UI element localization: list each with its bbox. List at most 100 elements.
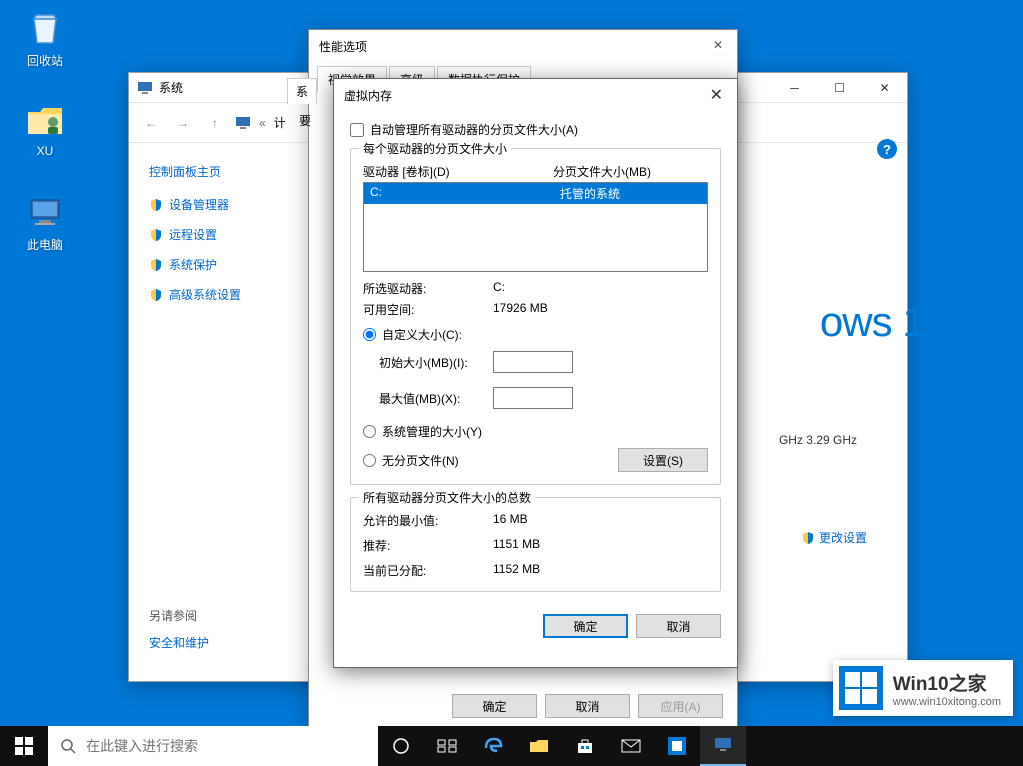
taskbar bbox=[0, 726, 1023, 766]
close-button[interactable]: ✕ bbox=[713, 38, 729, 54]
close-button[interactable]: ✕ bbox=[706, 85, 727, 105]
partial-text: 要 bbox=[299, 112, 311, 129]
windows-icon bbox=[15, 737, 33, 755]
allocated-label: 当前已分配: bbox=[363, 562, 493, 579]
available-space-label: 可用空间: bbox=[363, 301, 493, 318]
pc-icon bbox=[235, 115, 251, 131]
auto-manage-checkbox-row: 自动管理所有驱动器的分页文件大小(A) bbox=[350, 121, 721, 138]
per-drive-group: 每个驱动器的分页文件大小 驱动器 [卷标](D) 分页文件大小(MB) C: 托… bbox=[350, 148, 721, 485]
window-controls: ─ ☐ ✕ bbox=[772, 73, 907, 103]
shield-icon bbox=[801, 531, 815, 545]
recycle-bin-icon bbox=[25, 8, 65, 48]
shield-icon bbox=[149, 198, 163, 212]
recommended-label: 推荐: bbox=[363, 537, 493, 554]
custom-size-radio[interactable] bbox=[363, 328, 376, 341]
desktop-icon-xu-folder[interactable]: XU bbox=[10, 100, 80, 158]
mail-button[interactable] bbox=[608, 726, 654, 766]
cortana-icon bbox=[392, 737, 410, 755]
initial-size-label: 初始大小(MB)(I): bbox=[363, 354, 493, 371]
sidebar-header[interactable]: 控制面板主页 bbox=[149, 163, 289, 180]
max-size-input[interactable] bbox=[493, 387, 573, 409]
perf-titlebar[interactable]: 性能选项 ✕ bbox=[309, 30, 737, 62]
desktop-icon-this-pc[interactable]: 此电脑 bbox=[10, 192, 80, 253]
group-legend: 每个驱动器的分页文件大小 bbox=[359, 140, 511, 157]
sidebar-item-device-manager[interactable]: 设备管理器 bbox=[149, 196, 289, 213]
system-managed-radio[interactable] bbox=[363, 425, 376, 438]
initial-size-input[interactable] bbox=[493, 351, 573, 373]
vm-buttons: 确定 取消 bbox=[334, 614, 737, 652]
allowed-min-label: 允许的最小值: bbox=[363, 512, 493, 529]
store-icon bbox=[576, 737, 594, 755]
maximize-button[interactable]: ☐ bbox=[817, 73, 862, 103]
ok-button[interactable]: 确定 bbox=[452, 694, 537, 718]
watermark-url: www.win10xitong.com bbox=[893, 696, 1001, 708]
selected-drive-value: C: bbox=[493, 280, 505, 297]
cancel-button[interactable]: 取消 bbox=[636, 614, 721, 638]
task-view-button[interactable] bbox=[424, 726, 470, 766]
back-button[interactable]: ← bbox=[139, 111, 163, 135]
available-space-value: 17926 MB bbox=[493, 301, 548, 318]
drive-row-c[interactable]: C: 托管的系统 bbox=[364, 183, 707, 204]
search-icon bbox=[60, 738, 76, 754]
search-box[interactable] bbox=[48, 726, 378, 766]
store-button[interactable] bbox=[562, 726, 608, 766]
watermark-title: Win10之家 bbox=[893, 669, 1001, 696]
tab-system[interactable]: 系 bbox=[287, 78, 317, 104]
ok-button[interactable]: 确定 bbox=[543, 614, 628, 638]
breadcrumb[interactable]: 计 bbox=[274, 114, 286, 131]
see-also-header: 另请参阅 bbox=[149, 607, 209, 624]
folder-icon bbox=[529, 738, 549, 754]
sidebar-item-protection[interactable]: 系统保护 bbox=[149, 256, 289, 273]
shield-icon bbox=[149, 288, 163, 302]
desktop-label: 回收站 bbox=[10, 52, 80, 69]
watermark: Win10之家 www.win10xitong.com bbox=[833, 660, 1013, 716]
pc-icon bbox=[137, 80, 153, 96]
security-maintenance-link[interactable]: 安全和维护 bbox=[149, 634, 209, 651]
pc-icon bbox=[713, 736, 733, 754]
perf-buttons: 确定 取消 应用(A) bbox=[452, 694, 723, 718]
drive-list[interactable]: C: 托管的系统 bbox=[363, 182, 708, 272]
close-button[interactable]: ✕ bbox=[862, 73, 907, 103]
auto-manage-checkbox[interactable] bbox=[350, 123, 364, 137]
sidebar: 控制面板主页 设备管理器 远程设置 系统保护 高级系统设置 另请参阅 安全和维护 bbox=[129, 143, 289, 681]
allowed-min-value: 16 MB bbox=[493, 512, 528, 529]
auto-manage-label: 自动管理所有驱动器的分页文件大小(A) bbox=[370, 121, 578, 138]
selected-drive-label: 所选驱动器: bbox=[363, 280, 493, 297]
change-settings-link[interactable]: 更改设置 bbox=[801, 529, 867, 546]
search-input[interactable] bbox=[86, 738, 366, 754]
apply-button[interactable]: 应用(A) bbox=[638, 694, 723, 718]
edge-icon bbox=[483, 736, 503, 756]
desktop-label: 此电脑 bbox=[10, 236, 80, 253]
system-title: 系统 bbox=[159, 79, 183, 96]
shield-icon bbox=[149, 228, 163, 242]
cpu-info: GHz 3.29 GHz bbox=[779, 433, 857, 447]
system-taskbar-button[interactable] bbox=[700, 726, 746, 766]
vm-titlebar[interactable]: 虚拟内存 ✕ bbox=[334, 79, 737, 111]
explorer-button[interactable] bbox=[516, 726, 562, 766]
start-button[interactable] bbox=[0, 726, 48, 766]
custom-size-label: 自定义大小(C): bbox=[382, 326, 462, 343]
task-view-icon bbox=[437, 738, 457, 754]
no-paging-radio[interactable] bbox=[363, 454, 376, 467]
totals-group: 所有驱动器分页文件大小的总数 允许的最小值: 16 MB 推荐: 1151 MB… bbox=[350, 497, 721, 592]
folder-icon bbox=[25, 100, 65, 140]
forward-button[interactable]: → bbox=[171, 111, 195, 135]
sidebar-item-remote[interactable]: 远程设置 bbox=[149, 226, 289, 243]
col-drive: 驱动器 [卷标](D) bbox=[363, 163, 553, 180]
minimize-button[interactable]: ─ bbox=[772, 73, 817, 103]
cortana-button[interactable] bbox=[378, 726, 424, 766]
up-button[interactable]: ↑ bbox=[203, 111, 227, 135]
desktop-icon-recycle-bin[interactable]: 回收站 bbox=[10, 8, 80, 69]
mail-icon bbox=[621, 739, 641, 753]
cancel-button[interactable]: 取消 bbox=[545, 694, 630, 718]
edge-button[interactable] bbox=[470, 726, 516, 766]
allocated-value: 1152 MB bbox=[493, 562, 540, 579]
vm-title: 虚拟内存 bbox=[344, 87, 392, 104]
sidebar-item-advanced[interactable]: 高级系统设置 bbox=[149, 286, 289, 303]
drive-list-headers: 驱动器 [卷标](D) 分页文件大小(MB) bbox=[363, 163, 708, 180]
set-button[interactable]: 设置(S) bbox=[618, 448, 708, 472]
app-icon bbox=[668, 737, 686, 755]
windows-logo-icon bbox=[839, 666, 883, 710]
app-button[interactable] bbox=[654, 726, 700, 766]
max-size-label: 最大值(MB)(X): bbox=[363, 390, 493, 407]
